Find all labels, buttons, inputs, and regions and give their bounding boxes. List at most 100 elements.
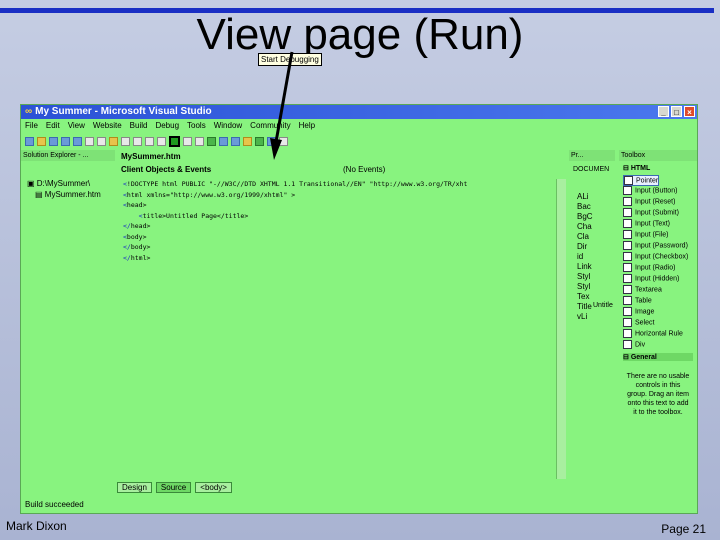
new-project-icon[interactable] xyxy=(25,137,34,146)
property-row[interactable]: vLi xyxy=(577,312,587,321)
source-tab[interactable]: Source xyxy=(155,482,192,493)
file-icon xyxy=(623,230,632,239)
save-icon[interactable] xyxy=(61,137,70,146)
textbox-icon xyxy=(623,219,632,228)
property-title-value[interactable]: Untitle xyxy=(593,302,613,309)
property-row[interactable]: ALi xyxy=(577,192,589,201)
toolbox-item[interactable]: Pointer xyxy=(623,175,660,186)
property-row[interactable]: Styl xyxy=(577,282,590,291)
menu-window[interactable]: Window xyxy=(214,120,242,132)
solution-explorer-header: Solution Explorer - ... xyxy=(21,150,115,161)
tag-navigator-body[interactable]: <body> xyxy=(195,482,232,493)
open-icon[interactable] xyxy=(37,137,46,146)
maximize-button[interactable]: □ xyxy=(671,106,682,117)
toolbox-panel: Toolbox ⊟ HTML Pointer Input (Button) In… xyxy=(619,150,697,495)
toolbox-item[interactable]: Input (Radio) xyxy=(623,263,675,272)
toolbox-item[interactable]: Input (Hidden) xyxy=(623,274,679,283)
property-row[interactable]: Dir xyxy=(577,242,587,251)
close-button[interactable]: × xyxy=(684,106,695,117)
code-editor: MySummer.htm Client Objects & Events (No… xyxy=(117,150,565,495)
code-text[interactable]: <!DOCTYPE html PUBLIC "-//W3C//DTD XHTML… xyxy=(123,179,467,263)
solution-file[interactable]: ▤ MySummer.htm xyxy=(35,190,101,199)
menu-build[interactable]: Build xyxy=(130,120,148,132)
cut-icon[interactable] xyxy=(85,137,94,146)
navigate-forward-icon[interactable] xyxy=(157,137,166,146)
view-tabs: Design Source <body> xyxy=(117,482,232,493)
save-all-icon[interactable] xyxy=(73,137,82,146)
solution-root[interactable]: ▣ D:\MySummer\ xyxy=(27,179,90,188)
properties-icon[interactable] xyxy=(231,137,240,146)
event-selector[interactable]: (No Events) xyxy=(343,165,385,174)
toolbox-item[interactable]: Input (Submit) xyxy=(623,208,679,217)
minimize-button[interactable]: _ xyxy=(658,106,669,117)
slide-title: View page (Run) xyxy=(196,10,524,59)
tab-mysummer[interactable]: MySummer.htm xyxy=(121,152,181,161)
property-row[interactable]: Link xyxy=(577,262,592,271)
image-icon xyxy=(623,307,632,316)
property-row[interactable]: BgC xyxy=(577,212,593,221)
properties-object[interactable]: DOCUMEN xyxy=(573,166,609,173)
toolbox-item[interactable]: Image xyxy=(623,307,654,316)
stop-icon[interactable] xyxy=(195,137,204,146)
property-row[interactable]: Tex xyxy=(577,292,589,301)
property-row[interactable]: Bac xyxy=(577,202,591,211)
start-page-icon[interactable] xyxy=(267,137,276,146)
toolbar-options-icon[interactable] xyxy=(279,137,288,146)
menu-view[interactable]: View xyxy=(68,120,85,132)
menu-community[interactable]: Community xyxy=(250,120,290,132)
object-selector[interactable]: Client Objects & Events xyxy=(121,165,211,174)
reset-icon xyxy=(623,197,632,206)
toolbox-group-general[interactable]: ⊟ General xyxy=(623,353,693,361)
navigate-icon[interactable] xyxy=(145,137,154,146)
menu-file[interactable]: File xyxy=(25,120,38,132)
find-icon[interactable] xyxy=(207,137,216,146)
paste-icon[interactable] xyxy=(109,137,118,146)
toolbox-item[interactable]: Input (Button) xyxy=(623,186,677,195)
menu-tools[interactable]: Tools xyxy=(187,120,206,132)
copy-icon[interactable] xyxy=(97,137,106,146)
pointer-icon xyxy=(624,176,633,185)
toolbox-item[interactable]: Input (Checkbox) xyxy=(623,252,688,261)
code-line: </html> xyxy=(123,253,151,262)
property-row[interactable]: Cla xyxy=(577,232,589,241)
toolbox-empty-message: There are no usable controls in this gro… xyxy=(626,373,690,416)
checkbox-icon xyxy=(623,252,632,261)
add-item-icon[interactable] xyxy=(49,137,58,146)
toolbox-item[interactable]: Select xyxy=(623,318,654,327)
toolbox-icon[interactable] xyxy=(243,137,252,146)
property-row[interactable]: Title xyxy=(577,302,592,311)
toolbox-item[interactable]: Horizontal Rule xyxy=(623,329,683,338)
menu-edit[interactable]: Edit xyxy=(46,120,60,132)
property-row[interactable]: Cha xyxy=(577,222,592,231)
menu-help[interactable]: Help xyxy=(299,120,315,132)
toolbox-item[interactable]: Textarea xyxy=(623,285,662,294)
menu-debug[interactable]: Debug xyxy=(155,120,179,132)
select-icon xyxy=(623,318,632,327)
menu-website[interactable]: Website xyxy=(93,120,122,132)
code-line: <head> xyxy=(123,201,147,209)
solution-explorer: Solution Explorer - ... ▣ D:\MySummer\ ▤… xyxy=(21,150,115,494)
redo-icon[interactable] xyxy=(133,137,142,146)
toolbox-item[interactable]: Input (Text) xyxy=(623,219,670,228)
object-browser-icon[interactable] xyxy=(255,137,264,146)
editor-vertical-scrollbar[interactable] xyxy=(556,179,566,479)
toolbox-group-html[interactable]: ⊟ HTML xyxy=(623,164,650,172)
design-tab[interactable]: Design xyxy=(117,482,152,493)
visual-studio-icon: ∞ xyxy=(25,106,33,117)
solution-explorer-icon[interactable] xyxy=(219,137,228,146)
pause-icon[interactable] xyxy=(183,137,192,146)
properties-panel: Pr... DOCUMEN ALi Bac BgC Cha Cla Dir id… xyxy=(569,150,615,495)
code-line: <body> xyxy=(123,232,147,241)
menu-bar: File Edit View Website Build Debug Tools… xyxy=(21,120,697,132)
undo-icon[interactable] xyxy=(121,137,130,146)
toolbox-item[interactable]: Input (File) xyxy=(623,230,668,239)
submit-icon xyxy=(623,208,632,217)
visual-studio-window: ∞ My Summer - Microsoft Visual Studio _ □… xyxy=(20,104,698,514)
toolbox-item[interactable]: Input (Password) xyxy=(623,241,688,250)
property-row[interactable]: Styl xyxy=(577,272,590,281)
property-row[interactable]: id xyxy=(577,252,583,261)
toolbox-item[interactable]: Table xyxy=(623,296,652,305)
start-debugging-icon[interactable] xyxy=(169,136,180,147)
toolbox-item[interactable]: Input (Reset) xyxy=(623,197,675,206)
toolbox-item[interactable]: Div xyxy=(623,340,645,349)
